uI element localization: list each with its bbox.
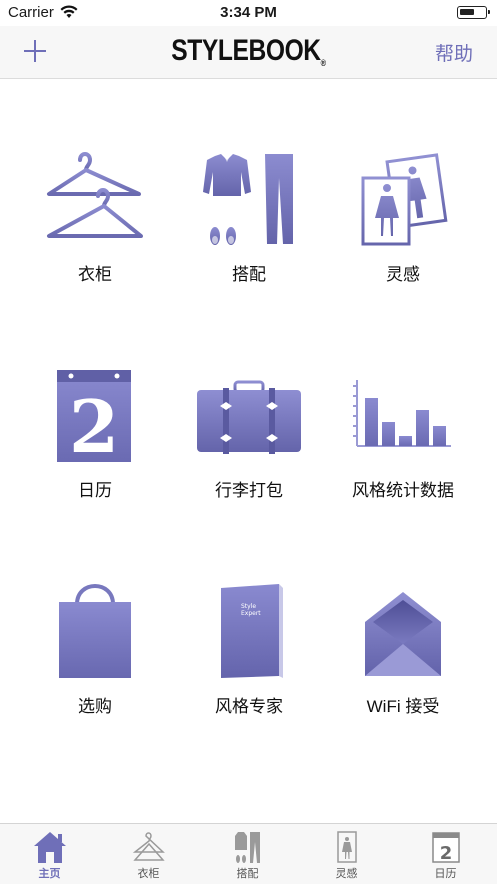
- tab-label: 灵感: [335, 868, 358, 880]
- tab-outfits[interactable]: 搭配: [198, 824, 297, 884]
- tab-wardrobe[interactable]: 衣柜: [99, 824, 198, 884]
- outfit-icon: [203, 154, 293, 245]
- tab-inspiration[interactable]: 灵感: [297, 824, 396, 884]
- calendar-day-number: 2: [69, 384, 119, 466]
- grid-item-inspiration[interactable]: 灵感: [323, 148, 483, 285]
- grid-label: 衣柜: [78, 265, 112, 284]
- grid-label: 行李打包: [215, 481, 283, 500]
- book-text-style: Style: [241, 603, 256, 610]
- status-bar: Carrier 3:34 PM: [0, 0, 497, 26]
- tab-home[interactable]: 主页: [0, 824, 99, 884]
- inspiration-photos-icon: [361, 153, 448, 246]
- tab-label: 日历: [434, 868, 457, 880]
- app-title: STYLEBOOK: [171, 34, 321, 67]
- navigation-bar: STYLEBOOK® 帮助: [0, 26, 497, 79]
- tab-label: 搭配: [236, 868, 259, 880]
- registered-mark: ®: [320, 58, 326, 68]
- calendar-icon: 2: [431, 832, 460, 864]
- book-icon: Style Expert: [221, 584, 283, 678]
- grid-item-style-stats[interactable]: 风格统计数据: [323, 364, 483, 501]
- tab-label: 主页: [38, 868, 61, 880]
- grid-label: WiFi 接受: [366, 697, 440, 716]
- hanger-icon: [132, 832, 165, 861]
- tab-calendar-day: 2: [439, 843, 452, 864]
- shopping-bag-icon: [59, 584, 131, 678]
- status-time: 3:34 PM: [220, 4, 277, 21]
- bar-chart-icon: [353, 380, 451, 447]
- grid-item-wardrobe[interactable]: 衣柜: [15, 148, 175, 285]
- grid-label: 选购: [78, 697, 112, 716]
- grid-label: 灵感: [386, 265, 420, 284]
- calendar-icon: 2: [57, 370, 131, 466]
- grid-label: 日历: [78, 481, 112, 500]
- inspiration-icon: [336, 831, 357, 863]
- grid-label: 风格统计数据: [352, 481, 454, 500]
- envelope-icon: [365, 592, 441, 676]
- grid-item-style-expert[interactable]: Style Expert 风格专家: [169, 578, 329, 717]
- grid-item-wifi-receive[interactable]: WiFi 接受: [323, 578, 483, 717]
- grid-item-outfits[interactable]: 搭配: [169, 148, 329, 285]
- tab-calendar[interactable]: 2 日历: [396, 824, 495, 884]
- help-button[interactable]: 帮助: [435, 39, 473, 66]
- grid-item-shopping[interactable]: 选购: [15, 578, 175, 717]
- app-logo: STYLEBOOK®: [45, 34, 453, 68]
- suitcase-icon: [197, 380, 301, 454]
- home-icon: [33, 832, 66, 863]
- grid-item-packing[interactable]: 行李打包: [169, 364, 329, 501]
- outfit-icon: [234, 832, 260, 863]
- tab-bar: 主页 衣柜 搭配 灵感 2 日历: [0, 823, 497, 884]
- book-text-expert: Expert: [241, 610, 261, 617]
- hanger-icon: [47, 152, 143, 238]
- grid-label: 搭配: [232, 265, 266, 284]
- tab-label: 衣柜: [137, 868, 160, 880]
- grid-item-calendar[interactable]: 2 日历: [15, 364, 175, 501]
- grid-label: 风格专家: [215, 697, 283, 716]
- battery-icon: [457, 6, 490, 19]
